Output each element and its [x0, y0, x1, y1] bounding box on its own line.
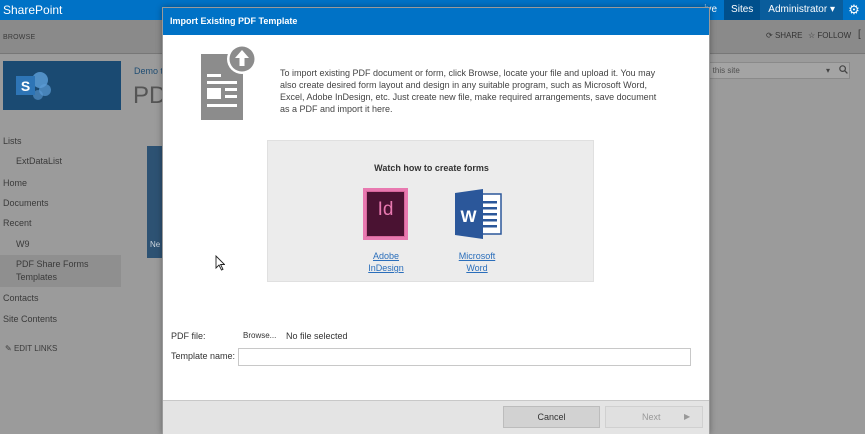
next-button[interactable]: Next ▶: [605, 406, 703, 428]
microsoft-word-icon[interactable]: W: [453, 188, 503, 240]
share-icon: ⟳: [766, 31, 773, 40]
nav-item-lists[interactable]: Lists: [3, 136, 22, 146]
intro-text: To import existing PDF document or form,…: [280, 68, 657, 114]
indesign-glyph: Id: [377, 199, 394, 220]
share-button[interactable]: ⟳ SHARE: [766, 31, 803, 40]
user-menu[interactable]: Administrator ▾: [760, 0, 843, 20]
focus-content-icon[interactable]: [: [858, 29, 861, 40]
file-status-text: No file selected: [286, 331, 348, 341]
dialog-body: To import existing PDF document or form,…: [163, 35, 709, 400]
adobe-indesign-icon[interactable]: Id: [363, 188, 408, 240]
breadcrumb[interactable]: Demo t: [134, 66, 163, 76]
follow-button[interactable]: ☆ FOLLOW: [808, 31, 851, 40]
next-button-label: Next: [642, 412, 661, 422]
dialog-title: Import Existing PDF Template: [170, 16, 298, 26]
nav-item-w9[interactable]: W9: [16, 239, 30, 249]
sharepoint-brand-link[interactable]: SharePoint: [3, 3, 62, 17]
new-tile-label: Ne: [150, 240, 161, 249]
nav-item-pdf-share-forms-templates[interactable]: PDF Share Forms Templates: [0, 255, 121, 287]
search-scope-chevron-icon[interactable]: ▾: [826, 66, 830, 75]
edit-links-button[interactable]: ✎ EDIT LINKS: [5, 344, 57, 353]
template-name-label: Template name:: [171, 351, 236, 361]
adobe-indesign-link[interactable]: Adobe InDesign: [366, 250, 406, 274]
pdf-upload-icon: [201, 44, 257, 120]
dialog-title-bar: Import Existing PDF Template: [163, 8, 709, 35]
tab-browse[interactable]: BROWSE: [3, 34, 35, 41]
nav-item-home[interactable]: Home: [3, 178, 27, 188]
share-label: SHARE: [774, 31, 803, 40]
nav-item-contacts[interactable]: Contacts: [3, 293, 39, 303]
edit-links-label: EDIT LINKS: [13, 344, 58, 353]
microsoft-word-link-line2: Word: [466, 263, 488, 273]
suite-bar-right: ive Sites Administrator ▾ ⚙: [697, 0, 865, 20]
follow-label: FOLLOW: [817, 31, 852, 40]
pencil-icon: ✎: [5, 344, 12, 353]
star-icon: ☆: [808, 31, 816, 40]
mouse-pointer-icon: [215, 255, 225, 271]
import-pdf-template-dialog: Import Existing PDF Template To import e…: [162, 7, 710, 434]
pdf-file-label: PDF file:: [171, 331, 206, 341]
svg-text:S: S: [21, 78, 30, 94]
svg-text:W: W: [460, 207, 477, 226]
nav-item-documents[interactable]: Documents: [3, 198, 49, 208]
nav-item-site-contents[interactable]: Site Contents: [3, 314, 57, 324]
nav-item-extdatalist[interactable]: ExtDataList: [16, 156, 62, 166]
adobe-indesign-link-line2: InDesign: [368, 263, 404, 273]
cancel-button[interactable]: Cancel: [503, 406, 600, 428]
sharepoint-logo-icon: S: [16, 72, 51, 100]
suite-link-sites[interactable]: Sites: [724, 0, 761, 20]
adobe-indesign-link-line1: Adobe: [372, 251, 400, 261]
indesign-icon-inner: Id: [367, 192, 404, 236]
site-search-input[interactable]: h this site ▾: [700, 62, 850, 79]
watch-how-panel: Watch how to create forms Id W Adobe InD…: [267, 140, 594, 282]
gear-icon[interactable]: ⚙: [843, 0, 865, 20]
template-name-input[interactable]: [238, 348, 691, 366]
search-placeholder: h this site: [706, 66, 740, 75]
microsoft-word-link[interactable]: Microsoft Word: [454, 250, 500, 274]
dialog-footer: Cancel Next ▶: [163, 400, 709, 434]
microsoft-word-link-line1: Microsoft: [458, 251, 496, 261]
watch-how-heading: Watch how to create forms: [374, 163, 489, 173]
nav-item-recent[interactable]: Recent: [3, 218, 32, 228]
search-icon[interactable]: [839, 65, 848, 74]
site-logo[interactable]: S: [3, 61, 121, 110]
next-arrow-icon: ▶: [684, 412, 691, 421]
browse-button[interactable]: Browse...: [243, 331, 276, 340]
